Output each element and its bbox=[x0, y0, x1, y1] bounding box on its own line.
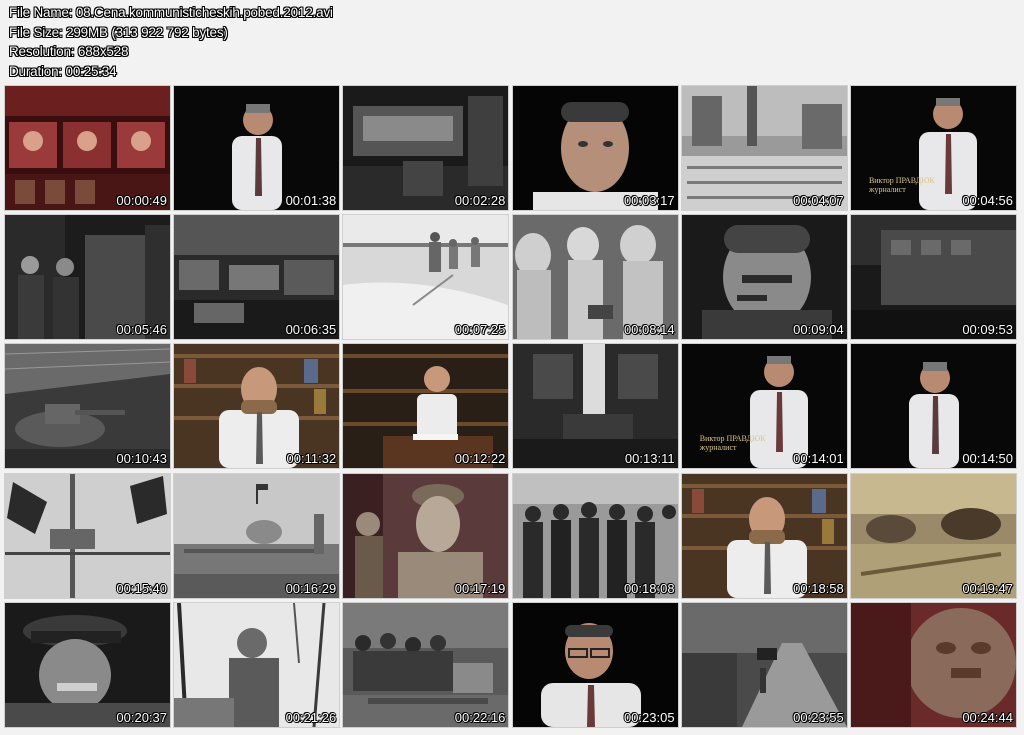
video-thumbnail: 00:00:49 bbox=[4, 85, 171, 211]
video-thumbnail: 00:24:44 bbox=[849, 601, 1017, 728]
thumbnail-timestamp: 00:23:05 bbox=[623, 709, 675, 725]
thumbnail-frame-image bbox=[850, 344, 1016, 469]
thumbnail-frame-image bbox=[174, 344, 340, 469]
thumbnail-frame-image bbox=[512, 344, 678, 469]
thumbnail-timestamp: 00:02:28 bbox=[454, 193, 506, 208]
thumbnail-frame-image bbox=[681, 602, 847, 727]
video-thumbnail: 00:04:07 bbox=[680, 85, 848, 211]
thumbnail-timestamp: 00:14:01 bbox=[793, 451, 844, 467]
name-caption: Виктор ПРАВДЮК журналист bbox=[699, 434, 766, 453]
thumbnail-frame-image bbox=[5, 86, 170, 210]
thumbnail-timestamp: 00:04:56 bbox=[962, 193, 1013, 208]
thumbnail-timestamp: 00:20:37 bbox=[116, 709, 167, 725]
thumbnail-frame-image bbox=[343, 344, 509, 469]
thumbnail-timestamp: 00:15:40 bbox=[116, 580, 167, 596]
thumbnail-timestamp: 00:24:44 bbox=[962, 709, 1013, 725]
thumbnail-frame-image bbox=[512, 86, 678, 210]
thumbnail-timestamp: 00:09:04 bbox=[793, 322, 844, 338]
thumbnail-frame-image bbox=[681, 86, 847, 210]
video-thumbnail: 00:20:37 bbox=[4, 601, 171, 728]
video-thumbnail: 00:01:38 bbox=[173, 85, 341, 211]
file-name-line: File Name: 08.Cena.kommunisticheskih.pob… bbox=[9, 5, 333, 20]
thumbnail-frame-image bbox=[174, 602, 340, 727]
video-thumbnail: 00:10:43 bbox=[4, 343, 171, 470]
video-thumbnail: 00:07:25 bbox=[342, 214, 510, 341]
thumbnail-frame-image bbox=[343, 602, 509, 727]
thumbnail-timestamp: 00:00:49 bbox=[116, 193, 167, 208]
thumbnail-frame-image bbox=[850, 473, 1016, 598]
thumbnail-frame-image bbox=[681, 215, 847, 340]
thumbnail-timestamp: 00:21:26 bbox=[285, 709, 337, 725]
thumbnail-frame-image bbox=[343, 215, 509, 340]
video-thumbnail: 00:09:04 bbox=[680, 214, 848, 341]
thumbnail-timestamp: 00:06:35 bbox=[285, 322, 337, 338]
thumbnail-frame-image bbox=[174, 215, 340, 340]
thumbnail-timestamp: 00:18:08 bbox=[623, 580, 675, 596]
thumbnail-frame-image bbox=[850, 215, 1016, 340]
thumbnail-timestamp: 00:08:14 bbox=[623, 322, 675, 338]
video-thumbnail: 00:16:29 bbox=[173, 472, 341, 599]
thumbnail-frame-image bbox=[5, 602, 170, 727]
video-thumbnail: 00:06:35 bbox=[173, 214, 341, 341]
thumbnail-frame-image bbox=[343, 473, 509, 598]
duration-line: Duration: 00:25:34 bbox=[9, 63, 117, 79]
thumbnail-timestamp: 00:09:53 bbox=[962, 322, 1013, 338]
video-thumbnail: Виктор ПРАВДЮК журналист 00:14:01 bbox=[680, 343, 848, 470]
thumbnail-frame-image bbox=[512, 215, 678, 340]
thumbnail-timestamp: 00:04:07 bbox=[793, 193, 844, 208]
file-info-header: File Name: 08.Cena.kommunisticheskih.pob… bbox=[9, 3, 609, 81]
video-thumbnail: 00:17:19 bbox=[342, 472, 510, 599]
thumbnail-frame-image bbox=[343, 86, 509, 210]
video-thumbnail: 00:19:47 bbox=[849, 472, 1017, 599]
thumbnail-timestamp: 00:19:47 bbox=[962, 580, 1013, 596]
file-size-line: File Size: 299MB (313 922 792 bytes) bbox=[9, 24, 228, 40]
thumbnail-frame-image bbox=[512, 602, 678, 727]
thumbnail-timestamp: 00:07:25 bbox=[454, 322, 506, 338]
thumbnail-timestamp: 00:17:19 bbox=[454, 580, 506, 596]
thumbnail-timestamp: 00:10:43 bbox=[116, 451, 167, 467]
thumbnail-timestamp: 00:23:55 bbox=[793, 709, 844, 725]
video-thumbnail: 00:15:40 bbox=[4, 472, 171, 599]
thumbnail-timestamp: 00:03:17 bbox=[623, 193, 675, 208]
video-thumbnail: 00:12:22 bbox=[342, 343, 510, 470]
thumbnail-frame-image bbox=[850, 602, 1016, 727]
video-thumbnail: 00:14:50 bbox=[849, 343, 1017, 470]
video-thumbnail: 00:11:32 bbox=[173, 343, 341, 470]
thumbnail-frame-image bbox=[681, 473, 847, 598]
video-thumbnail: 00:02:28 bbox=[342, 85, 510, 211]
video-thumbnail: 00:09:53 bbox=[849, 214, 1017, 341]
video-thumbnail: 00:08:14 bbox=[511, 214, 679, 341]
thumbnail-timestamp: 00:01:38 bbox=[285, 193, 337, 208]
video-thumbnail: Виктор ПРАВДЮК журналист 00:04:56 bbox=[849, 85, 1017, 211]
video-thumbnail: 00:05:46 bbox=[4, 214, 171, 341]
thumbnail-timestamp: 00:05:46 bbox=[116, 322, 167, 338]
thumbnail-timestamp: 00:13:11 bbox=[624, 451, 675, 467]
video-thumbnail: 00:13:11 bbox=[511, 343, 679, 470]
thumbnail-timestamp: 00:22:16 bbox=[454, 709, 506, 725]
thumbnail-frame-image bbox=[512, 473, 678, 598]
thumbnail-frame-image bbox=[174, 86, 340, 210]
video-thumbnail: 00:03:17 bbox=[511, 85, 679, 211]
video-thumbnail: 00:21:26 bbox=[173, 601, 341, 728]
video-thumbnail: 00:18:58 bbox=[680, 472, 848, 599]
thumbnail-frame-image bbox=[5, 344, 170, 469]
video-thumbnail: 00:22:16 bbox=[342, 601, 510, 728]
resolution-line: Resolution: 688x528 bbox=[9, 44, 129, 60]
thumbnail-frame-image bbox=[174, 473, 340, 598]
thumbnail-timestamp: 00:14:50 bbox=[962, 451, 1013, 467]
video-thumbnail: 00:23:55 bbox=[680, 601, 848, 728]
thumbnail-frame-image bbox=[5, 215, 170, 340]
thumbnail-timestamp: 00:18:58 bbox=[793, 580, 844, 596]
thumbnail-frame-image bbox=[5, 473, 170, 598]
video-thumbnail: 00:23:05 bbox=[511, 601, 679, 728]
thumbnail-timestamp: 00:11:32 bbox=[286, 451, 337, 467]
video-thumbnail: 00:18:08 bbox=[511, 472, 679, 599]
thumbnail-grid: 00:00:49 00:01:38 00:02:28 00:03:17 00:04:07… bbox=[4, 85, 1017, 728]
thumbnail-timestamp: 00:12:22 bbox=[454, 451, 506, 467]
name-caption: Виктор ПРАВДЮК журналист bbox=[868, 176, 935, 194]
thumbnail-timestamp: 00:16:29 bbox=[285, 580, 337, 596]
